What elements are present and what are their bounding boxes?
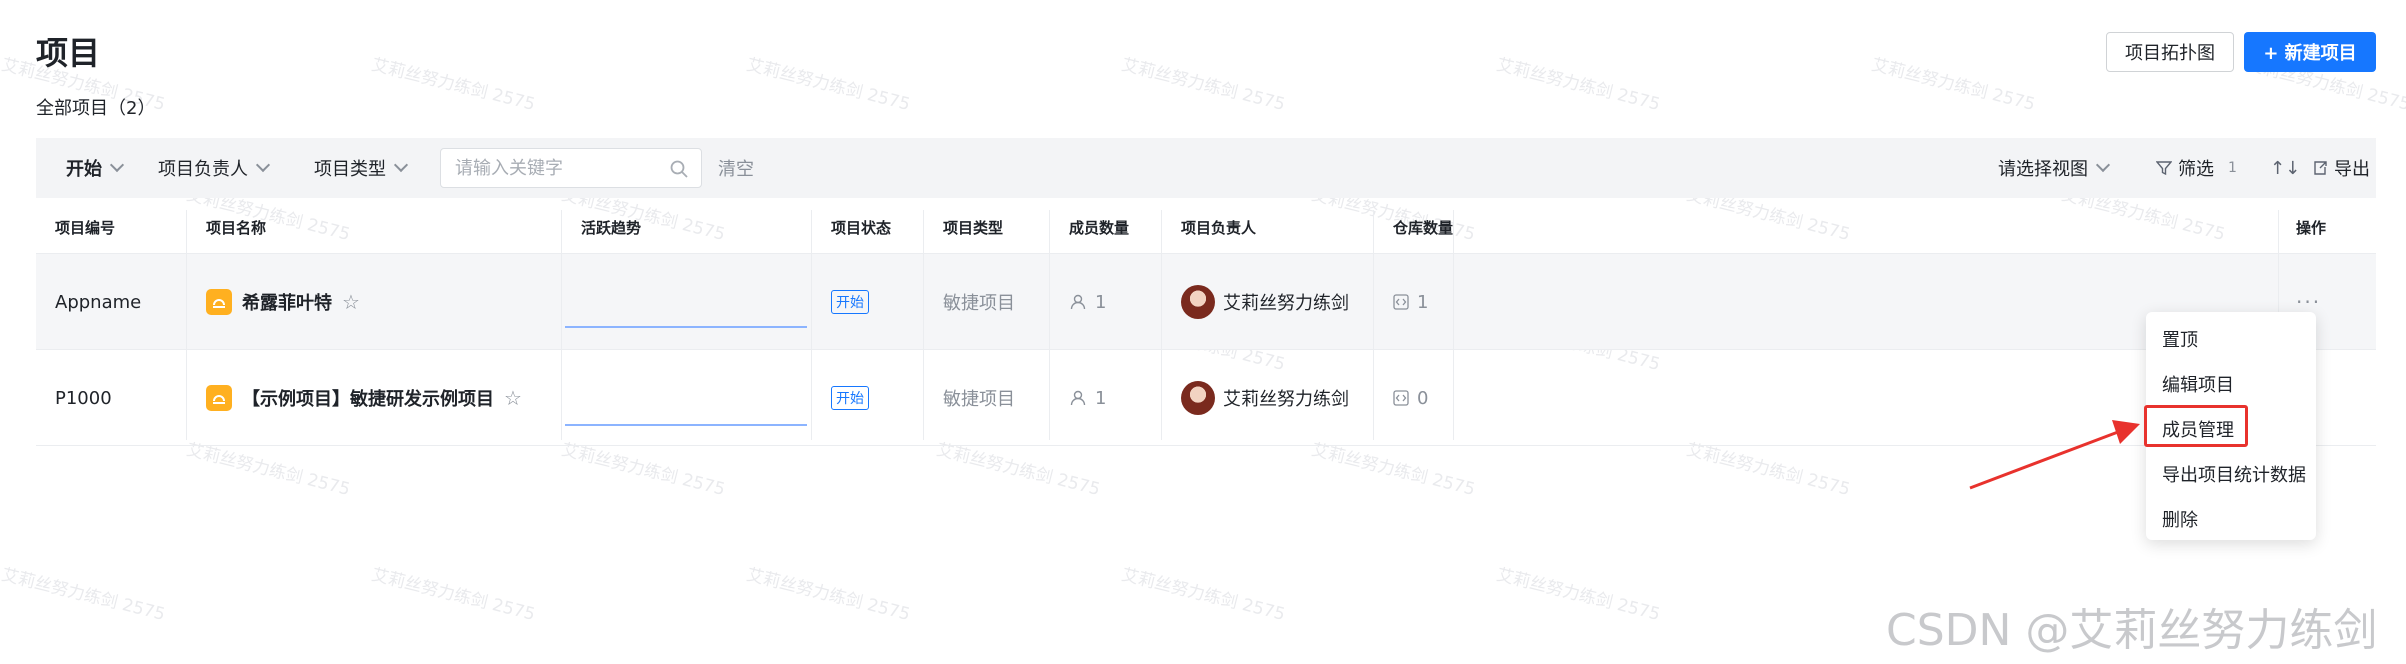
csdn-watermark: CSDN @艾莉丝努力练剑 (1886, 605, 2378, 656)
annotation-arrow (1969, 420, 2140, 490)
page: 艾莉丝努力练剑 2575 艾莉丝努力练剑 2575 艾莉丝努力练剑 2575 艾… (0, 0, 2406, 664)
